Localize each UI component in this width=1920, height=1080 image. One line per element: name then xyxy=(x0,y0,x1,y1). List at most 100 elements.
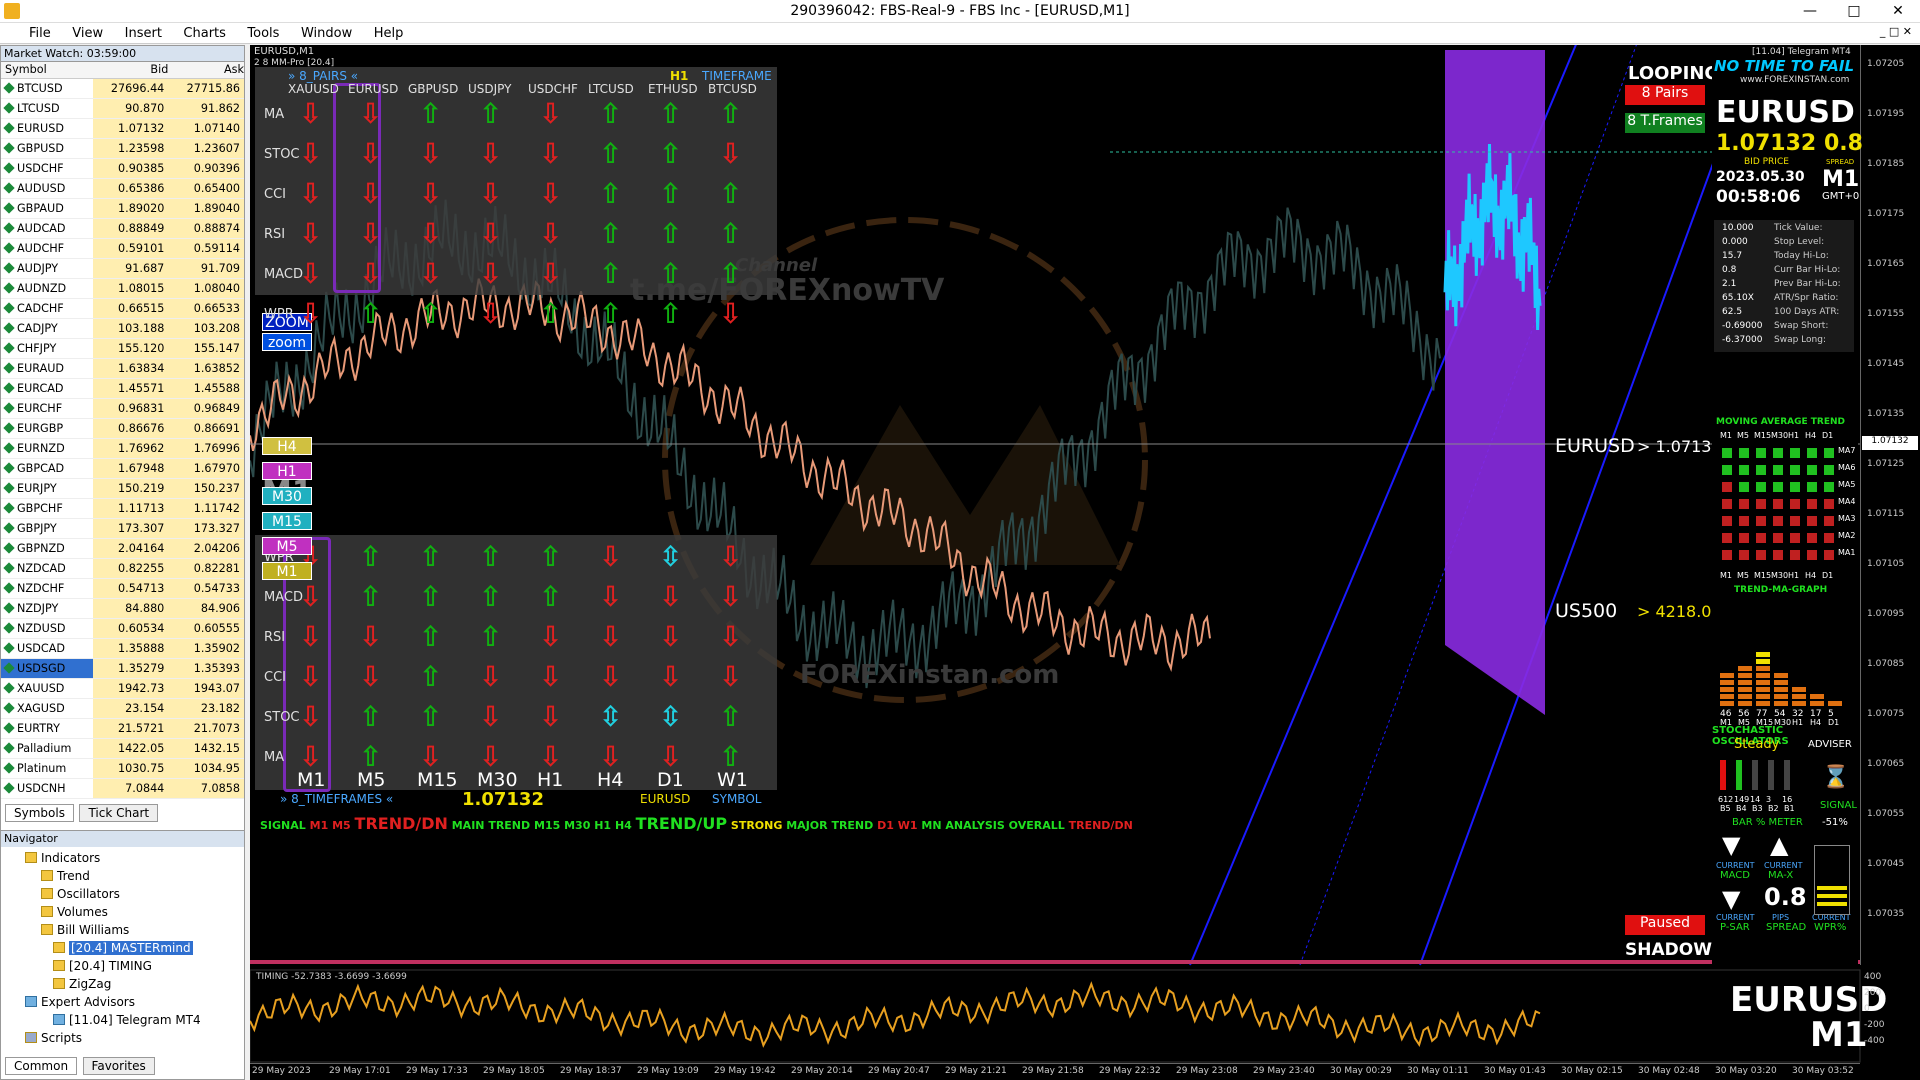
market-watch-row[interactable]: EURUSD 1.07132 1.07140 xyxy=(1,118,244,139)
market-watch-row[interactable]: NZDCAD 0.82255 0.82281 xyxy=(1,558,244,579)
bid-cell: 1.76962 xyxy=(92,438,169,459)
tab-symbols[interactable]: Symbols xyxy=(5,804,74,822)
market-watch-row[interactable]: GBPUSD 1.23598 1.23607 xyxy=(1,138,244,159)
market-watch-row[interactable]: USDSGD 1.35279 1.35393 xyxy=(1,658,244,679)
ask-cell: 7.0858 xyxy=(168,778,244,799)
tab-favorites[interactable]: Favorites xyxy=(82,1057,155,1075)
arrow-down-icon: ⇩ xyxy=(479,217,503,250)
col-symbol[interactable]: Symbol xyxy=(1,62,93,79)
market-watch-row[interactable]: XAUUSD 1942.73 1943.07 xyxy=(1,678,244,699)
market-watch-row[interactable]: EURNZD 1.76962 1.76996 xyxy=(1,438,244,459)
menu-charts[interactable]: Charts xyxy=(174,23,235,44)
nav-expert-advisors[interactable]: Expert Advisors xyxy=(25,995,135,1009)
menu-help[interactable]: Help xyxy=(365,23,413,44)
ask-cell: 1943.07 xyxy=(168,678,244,699)
time-tick: 29 May 22:32 xyxy=(1099,1066,1161,1076)
nav-telegram[interactable]: [11.04] Telegram MT4 xyxy=(53,1013,201,1027)
market-watch-row[interactable]: EURCHF 0.96831 0.96849 xyxy=(1,398,244,419)
nav-bill-williams[interactable]: Bill Williams xyxy=(41,923,129,937)
timeframe-button[interactable]: M1 xyxy=(262,562,312,580)
nav-scripts[interactable]: Scripts xyxy=(25,1031,82,1045)
market-watch-row[interactable]: AUDCAD 0.88849 0.88874 xyxy=(1,218,244,239)
market-watch-row[interactable]: LTCUSD 90.870 91.862 xyxy=(1,98,244,119)
market-watch-row[interactable]: BTCUSD 27696.44 27715.86 xyxy=(1,78,244,99)
market-watch-row[interactable]: CHFJPY 155.120 155.147 xyxy=(1,338,244,359)
market-watch-row[interactable]: CADCHF 0.66515 0.66533 xyxy=(1,298,244,319)
mdi-controls[interactable]: _ □ ✕ xyxy=(1880,25,1912,38)
timing-label: TIMING -52.7383 -3.6699 -3.6699 xyxy=(256,972,407,982)
arrow-up-icon: ⇧ xyxy=(659,177,683,210)
ma-tf-label: H1 xyxy=(1788,571,1800,580)
symbol-cell: USDCNH xyxy=(1,778,93,799)
menu-tools[interactable]: Tools xyxy=(238,23,288,44)
market-watch-row[interactable]: CADJPY 103.188 103.208 xyxy=(1,318,244,339)
market-watch-row[interactable]: GBPCAD 1.67948 1.67970 xyxy=(1,458,244,479)
market-watch-row[interactable]: Palladium 1422.05 1432.15 xyxy=(1,738,244,759)
market-watch-row[interactable]: AUDJPY 91.687 91.709 xyxy=(1,258,244,279)
nav-trend[interactable]: Trend xyxy=(41,869,90,883)
ma-row-label: MA3 xyxy=(1838,514,1856,523)
market-watch-row[interactable]: NZDUSD 0.60534 0.60555 xyxy=(1,618,244,639)
market-watch-row[interactable]: EURTRY 21.5721 21.7073 xyxy=(1,718,244,739)
stat-label: Stop Level: xyxy=(1774,237,1825,247)
market-watch-row[interactable]: EURJPY 150.219 150.237 xyxy=(1,478,244,499)
bar-value: 14 xyxy=(1750,795,1761,804)
col-ask[interactable]: Ask xyxy=(168,62,244,79)
market-watch-row[interactable]: EURCAD 1.45571 1.45588 xyxy=(1,378,244,399)
timeframe-button[interactable]: M5 xyxy=(262,537,312,555)
timeframe-label: M30 xyxy=(477,769,518,791)
bid-cell: 7.0844 xyxy=(92,778,169,799)
menu-insert[interactable]: Insert xyxy=(116,23,171,44)
current-price-tag: 1.07132 xyxy=(1862,436,1918,450)
nav-timing[interactable]: [20.4] TIMING xyxy=(53,959,152,973)
market-watch-row[interactable]: GBPJPY 173.307 173.327 xyxy=(1,518,244,539)
menu-window[interactable]: Window xyxy=(292,23,361,44)
menu-view[interactable]: View xyxy=(63,23,112,44)
arrow-down-icon: ⇩ xyxy=(419,740,443,773)
market-watch-row[interactable]: NZDCHF 0.54713 0.54733 xyxy=(1,578,244,599)
market-watch-row[interactable]: USDCNH 7.0844 7.0858 xyxy=(1,778,244,799)
frames-toggle-button[interactable]: 8 T.Frames xyxy=(1625,113,1705,133)
nav-volumes[interactable]: Volumes xyxy=(41,905,108,919)
nav-mastermind[interactable]: [20.4] MASTERmind xyxy=(53,941,193,955)
market-watch-row[interactable]: EURAUD 1.63834 1.63852 xyxy=(1,358,244,379)
symbol-cell: NZDCAD xyxy=(1,558,93,579)
tab-tick-chart[interactable]: Tick Chart xyxy=(79,804,159,822)
zoom-out-button[interactable]: zoom xyxy=(262,333,312,351)
market-watch-row[interactable]: AUDNZD 1.08015 1.08040 xyxy=(1,278,244,299)
timeframe-button[interactable]: M30 xyxy=(262,487,312,505)
close-button[interactable]: ✕ xyxy=(1876,0,1920,23)
market-watch-row[interactable]: GBPCHF 1.11713 1.11742 xyxy=(1,498,244,519)
market-watch-row[interactable]: USDCHF 0.90385 0.90396 xyxy=(1,158,244,179)
chart-window[interactable]: EURUSD,M1 2 8 MM-Pro [20.4] Channel t.me… xyxy=(250,45,1920,1080)
market-watch-row[interactable]: GBPAUD 1.89020 1.89040 xyxy=(1,198,244,219)
ma-cell xyxy=(1756,516,1766,526)
timeframe-button[interactable]: H4 xyxy=(262,437,312,455)
market-watch-row[interactable]: XAGUSD 23.154 23.182 xyxy=(1,698,244,719)
arrow-down-icon: ⇩ xyxy=(539,177,563,210)
timeframe-button[interactable]: H1 xyxy=(262,462,312,480)
ask-cell: 0.66533 xyxy=(168,298,244,319)
market-watch-row[interactable]: Platinum 1030.75 1034.95 xyxy=(1,758,244,779)
bid-cell: 0.88849 xyxy=(92,218,169,239)
paused-button[interactable]: Paused xyxy=(1625,915,1705,935)
maximize-button[interactable]: □ xyxy=(1832,0,1876,23)
arrow-both-icon: ⇳ xyxy=(659,540,683,573)
market-watch-row[interactable]: USDCAD 1.35888 1.35902 xyxy=(1,638,244,659)
symbol-cell: NZDJPY xyxy=(1,598,93,619)
market-watch-row[interactable]: AUDCHF 0.59101 0.59114 xyxy=(1,238,244,259)
nav-indicators[interactable]: Indicators xyxy=(25,851,100,865)
market-watch-row[interactable]: AUDUSD 0.65386 0.65400 xyxy=(1,178,244,199)
tab-common[interactable]: Common xyxy=(5,1057,78,1075)
timeframe-button[interactable]: M15 xyxy=(262,512,312,530)
market-watch-row[interactable]: EURGBP 0.86676 0.86691 xyxy=(1,418,244,439)
pairs-toggle-button[interactable]: 8 Pairs xyxy=(1625,85,1705,105)
market-watch-row[interactable]: GBPNZD 2.04164 2.04206 xyxy=(1,538,244,559)
col-bid[interactable]: Bid xyxy=(92,62,169,79)
menu-file[interactable]: File xyxy=(20,23,60,44)
minimize-button[interactable]: — xyxy=(1788,0,1832,23)
arrow-down-icon: ⇩ xyxy=(359,660,383,693)
market-watch-row[interactable]: NZDJPY 84.880 84.906 xyxy=(1,598,244,619)
nav-oscillators[interactable]: Oscillators xyxy=(41,887,120,901)
nav-zigzag[interactable]: ZigZag xyxy=(53,977,111,991)
